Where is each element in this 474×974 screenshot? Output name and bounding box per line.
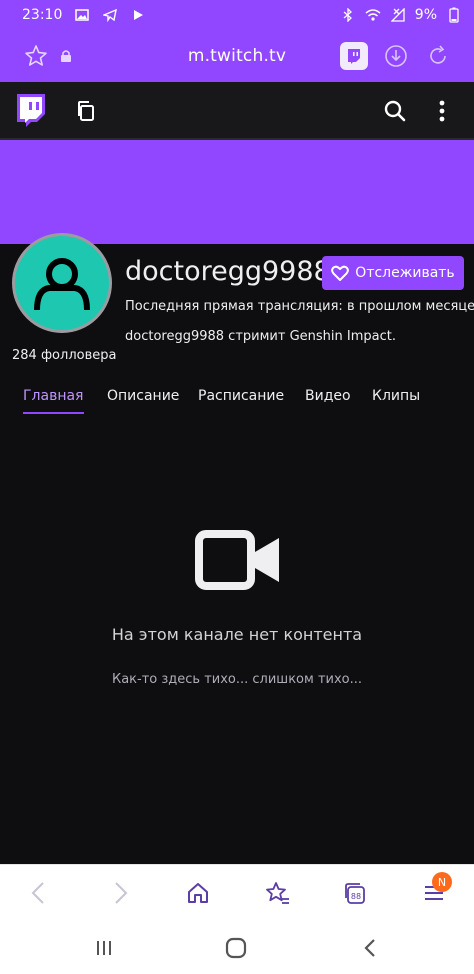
battery-icon — [446, 7, 462, 23]
tab-home[interactable]: Главная — [23, 388, 83, 404]
tabs-icon[interactable]: 88 — [341, 879, 369, 907]
signal-icon — [390, 7, 406, 23]
system-nav-bar — [0, 920, 474, 974]
browser-bottom-nav: 88 — [0, 864, 474, 920]
avatar[interactable] — [12, 233, 112, 333]
status-bar: 23:10 9% — [0, 0, 474, 30]
empty-state-title: На этом канале нет контента — [111, 625, 363, 644]
back-icon[interactable] — [25, 879, 53, 907]
reload-icon[interactable] — [424, 42, 452, 70]
channel-page: doctoregg9988 Отслеживать Последняя прям… — [0, 233, 474, 874]
twitch-logo-icon[interactable] — [14, 94, 46, 128]
svg-text:88: 88 — [351, 892, 361, 901]
channel-name: doctoregg9988 — [125, 256, 331, 287]
back-nav-icon[interactable] — [358, 936, 382, 960]
home-button-icon[interactable] — [224, 936, 248, 960]
tab-schedule[interactable]: Расписание — [198, 388, 284, 404]
wifi-icon — [365, 7, 381, 23]
followers-count: 284 фолловера — [12, 348, 117, 363]
battery-percent: 9% — [414, 7, 437, 23]
heart-icon — [331, 265, 350, 281]
bookmarks-icon[interactable] — [263, 879, 291, 907]
site-header — [0, 82, 474, 140]
tab-clips[interactable]: Клипы — [372, 388, 420, 404]
follow-button[interactable]: Отслеживать — [322, 256, 464, 290]
telegram-icon — [102, 7, 118, 23]
play-icon — [130, 7, 146, 23]
follow-button-label: Отслеживать — [355, 265, 455, 281]
active-tab-indicator — [23, 412, 84, 414]
twitch-icon[interactable] — [340, 42, 368, 70]
video-camera-icon — [195, 530, 281, 590]
gallery-icon — [74, 7, 90, 23]
status-time: 23:10 — [22, 7, 63, 23]
tab-about[interactable]: Описание — [107, 388, 179, 404]
empty-state-subtitle: Как-то здесь тихо... слишком тихо... — [111, 672, 363, 687]
bluetooth-icon — [340, 7, 356, 23]
more-icon[interactable] — [432, 98, 452, 124]
download-icon[interactable] — [382, 42, 410, 70]
browse-icon[interactable] — [74, 99, 98, 123]
channel-banner — [0, 140, 474, 244]
menu-badge: N — [432, 872, 452, 892]
tab-videos[interactable]: Видео — [305, 388, 351, 404]
home-icon[interactable] — [184, 879, 212, 907]
search-icon[interactable] — [382, 98, 408, 124]
browser-toolbar: m.twitch.tv — [0, 30, 474, 82]
forward-icon[interactable] — [106, 879, 134, 907]
recents-icon[interactable] — [92, 936, 116, 960]
streams-text: doctoregg9988 стримит Genshin Impact. — [125, 329, 396, 344]
last-live-text: Последняя прямая трансляция: в прошлом м… — [125, 299, 474, 314]
